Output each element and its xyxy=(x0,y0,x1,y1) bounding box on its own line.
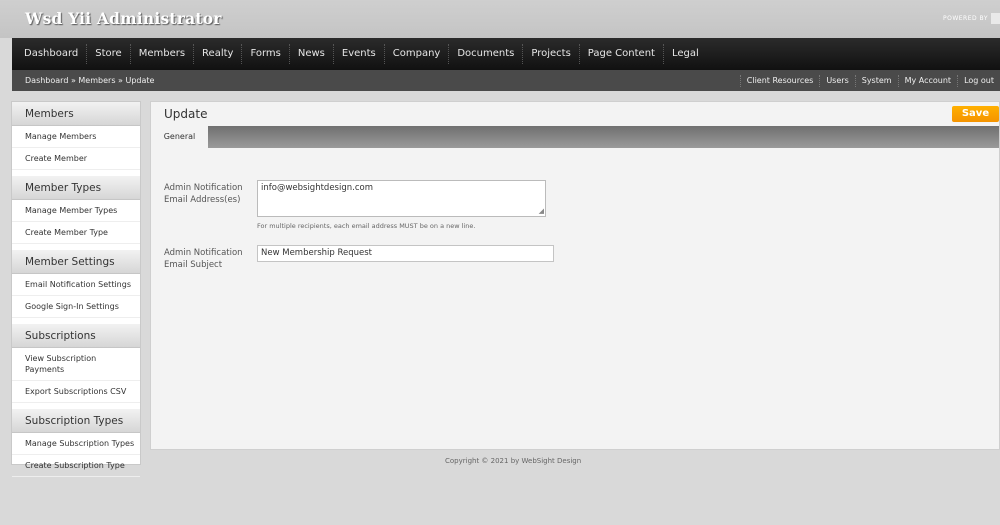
subject-label-line2: Email Subject xyxy=(164,260,223,270)
sidebar-link-email-notification-settings[interactable]: Email Notification Settings xyxy=(12,274,140,296)
sidebar-link-manage-members[interactable]: Manage Members xyxy=(12,126,140,148)
powered-by-logo xyxy=(991,13,1000,24)
util-link-log-out[interactable]: Log out xyxy=(957,74,1000,87)
email-textarea-value: info@websightdesign.com xyxy=(261,183,373,193)
subject-label-line1: Admin Notification xyxy=(164,248,243,258)
sidebar-section-subscription-types: Subscription Types xyxy=(12,409,140,433)
nav-item-legal[interactable]: Legal xyxy=(664,44,707,64)
sidebar-link-export-subscriptions-csv[interactable]: Export Subscriptions CSV xyxy=(12,381,140,403)
sidebar-link-manage-member-types[interactable]: Manage Member Types xyxy=(12,200,140,222)
nav-item-members[interactable]: Members xyxy=(131,44,195,64)
sidebar-link-create-member[interactable]: Create Member xyxy=(12,148,140,170)
main-nav: Dashboard Store Members Realty Forms New… xyxy=(12,38,1000,70)
sidebar-section-subscriptions: Subscriptions xyxy=(12,324,140,348)
nav-item-forms[interactable]: Forms xyxy=(242,44,290,64)
nav-item-dashboard[interactable]: Dashboard xyxy=(16,44,88,64)
sub-nav: Dashboard » Members » Update Client Reso… xyxy=(12,70,1000,91)
nav-item-realty[interactable]: Realty xyxy=(194,44,243,64)
nav-item-news[interactable]: News xyxy=(290,44,334,64)
breadcrumb-separator: » xyxy=(70,76,76,85)
sidebar-link-create-subscription-type[interactable]: Create Subscription Type xyxy=(12,455,140,477)
utility-links: Client Resources Users System My Account… xyxy=(739,70,1000,91)
sidebar-section-member-types: Member Types xyxy=(12,176,140,200)
breadcrumb-separator: » xyxy=(118,76,123,85)
powered-by-label: POWERED BY xyxy=(942,15,988,22)
email-label-line2: Email Address(es) xyxy=(164,195,241,205)
top-header: Wsd Yii Administrator POWERED BY xyxy=(0,0,1000,38)
sidebar-section-member-settings: Member Settings xyxy=(12,250,140,274)
nav-item-projects[interactable]: Projects xyxy=(523,44,580,64)
breadcrumb: Dashboard » Members » Update xyxy=(25,76,154,85)
subject-field-label: Admin Notification Email Subject xyxy=(164,247,243,271)
save-button[interactable]: Save xyxy=(952,106,999,122)
util-link-system[interactable]: System xyxy=(854,74,898,87)
sidebar-section-members: Members xyxy=(12,102,140,126)
email-label-line1: Admin Notification xyxy=(164,183,243,193)
util-link-users[interactable]: Users xyxy=(819,74,854,87)
nav-item-documents[interactable]: Documents xyxy=(449,44,524,64)
email-textarea[interactable]: info@websightdesign.com ◢ xyxy=(257,180,546,217)
nav-item-page-content[interactable]: Page Content xyxy=(580,44,664,64)
nav-item-events[interactable]: Events xyxy=(334,44,385,64)
subject-input-value: New Membership Request xyxy=(261,248,373,258)
sidebar-link-view-subscription-payments[interactable]: View Subscription Payments xyxy=(12,348,140,381)
app-title: Wsd Yii Administrator xyxy=(25,9,222,28)
page-title: Update xyxy=(164,107,208,121)
util-link-client-resources[interactable]: Client Resources xyxy=(739,74,820,87)
nav-item-company[interactable]: Company xyxy=(385,44,450,64)
tab-bar: General xyxy=(151,126,999,148)
breadcrumb-current: Update xyxy=(125,76,155,85)
sidebar-link-google-sign-in-settings[interactable]: Google Sign-In Settings xyxy=(12,296,140,318)
breadcrumb-dashboard[interactable]: Dashboard xyxy=(25,76,68,85)
resize-grip-icon[interactable]: ◢ xyxy=(539,208,544,215)
sidebar: Members Manage Members Create Member Mem… xyxy=(11,101,141,477)
nav-item-store[interactable]: Store xyxy=(87,44,131,64)
breadcrumb-members[interactable]: Members xyxy=(78,76,115,85)
footer-copyright: Copyright © 2021 by WebSight Design xyxy=(445,457,582,465)
email-field-label: Admin Notification Email Address(es) xyxy=(164,182,243,206)
email-hint: For multiple recipients, each email addr… xyxy=(257,222,476,230)
sidebar-link-create-member-type[interactable]: Create Member Type xyxy=(12,222,140,244)
sidebar-link-manage-subscription-types[interactable]: Manage Subscription Types xyxy=(12,433,140,455)
util-link-my-account[interactable]: My Account xyxy=(897,74,957,87)
subject-input[interactable]: New Membership Request xyxy=(257,245,554,262)
tab-general[interactable]: General xyxy=(151,126,208,148)
content-panel: Update Save General Admin Notification E… xyxy=(150,101,1000,450)
